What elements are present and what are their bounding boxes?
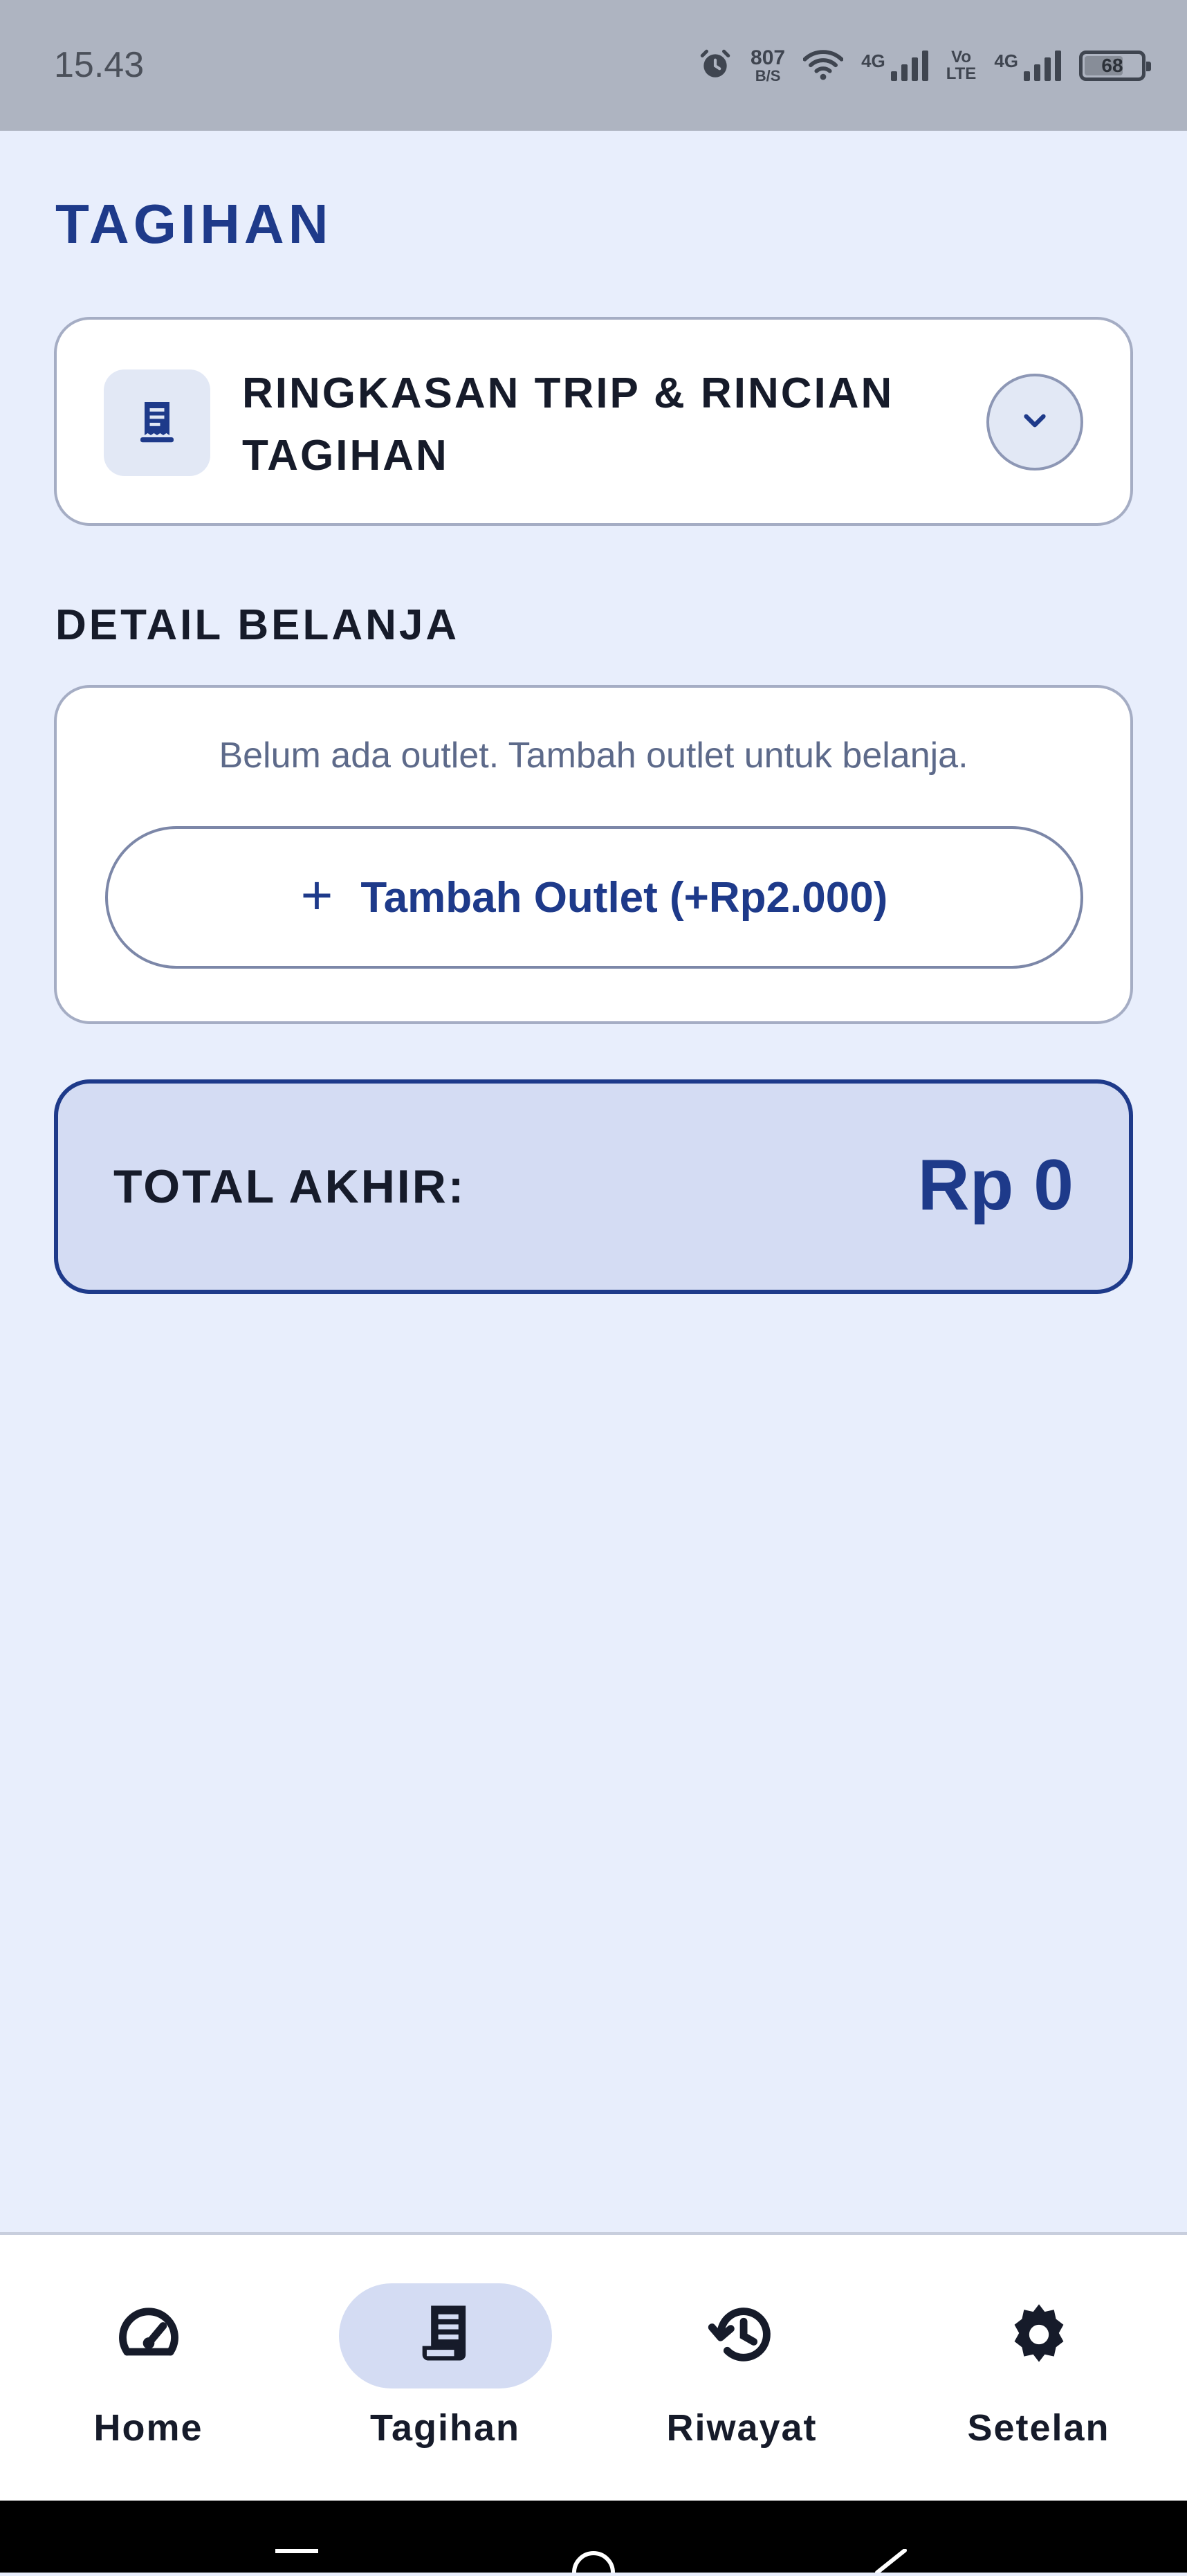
nav-item-tagihan[interactable]: Tagihan [297,2235,594,2503]
signal-icon: 4G [861,51,928,81]
status-icons: 807 B/S 4G Vo LTE 4G 68 [698,40,1151,91]
nav-pill-home [42,2283,255,2388]
nav-label-riwayat: Riwayat [666,2407,818,2449]
summary-title: RINGKASAN TRIP & RINCIAN TAGIHAN [242,369,894,479]
alarm-icon [698,47,733,85]
status-bar: 15.43 807 B/S 4G Vo LTE 4G 68 [0,0,1187,131]
receipt-icon [411,2300,480,2373]
shopping-detail-card: Belum ada outlet. Tambah outlet untuk be… [54,685,1133,1024]
section-label-detail-belanja: DETAIL BELANJA [55,601,460,649]
nav-label-tagihan: Tagihan [369,2407,520,2449]
recent-apps-icon[interactable] [275,2549,318,2576]
nav-pill-tagihan [338,2283,552,2388]
nav-item-setelan[interactable]: Setelan [890,2235,1187,2503]
total-value: Rp 0 [917,1145,1074,1225]
wifi-icon [802,47,844,85]
nav-pill-setelan [932,2283,1145,2388]
plus-icon: + [300,864,333,926]
signal-label: 4G [861,51,885,71]
nav-label-setelan: Setelan [967,2407,1110,2449]
expand-summary-button[interactable] [986,374,1083,471]
volte-top: Vo [951,48,971,66]
history-icon [708,2300,777,2373]
page-title: TAGIHAN [55,193,333,255]
signal-icon-2: 4G [994,51,1061,81]
home-button-icon[interactable] [571,2549,616,2576]
nav-item-riwayat[interactable]: Riwayat [594,2235,890,2503]
volte-icon: Vo LTE [946,49,977,82]
speedometer-icon [114,2300,183,2373]
add-outlet-label: Tambah Outlet (+Rp2.000) [360,873,888,922]
signal-label-2: 4G [994,51,1018,71]
empty-outlet-message: Belum ada outlet. Tambah outlet untuk be… [219,736,968,776]
bottom-navigation: Home Tagihan Riwayat Setelan [0,2232,1187,2501]
receipt-icon [104,369,210,476]
battery-level: 68 [1101,55,1123,76]
nav-item-home[interactable]: Home [0,2235,297,2503]
network-speed-value: 807 [751,46,786,69]
trip-summary-card[interactable]: RINGKASAN TRIP & RINCIAN TAGIHAN [54,317,1133,526]
back-button-icon[interactable] [873,2548,908,2576]
total-label: TOTAL AKHIR: [113,1160,466,1213]
system-navigation-bar [0,2501,1187,2576]
volte-bottom: LTE [946,64,977,83]
total-card: TOTAL AKHIR: Rp 0 [54,1079,1133,1294]
battery-icon: 68 [1079,51,1151,81]
network-speed: 807 B/S [751,48,785,84]
nav-label-home: Home [93,2407,203,2449]
chevron-down-icon [1018,403,1052,441]
status-time: 15.43 [54,45,145,85]
add-outlet-button[interactable]: + Tambah Outlet (+Rp2.000) [105,826,1083,969]
nav-pill-riwayat [636,2283,849,2388]
network-speed-unit: B/S [755,67,781,84]
gear-icon [1004,2300,1074,2373]
